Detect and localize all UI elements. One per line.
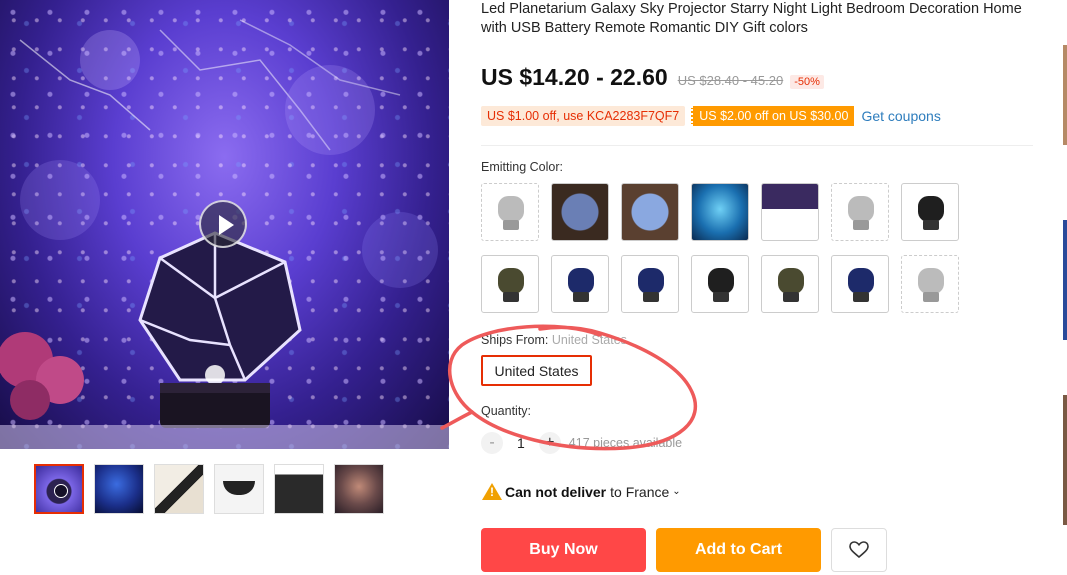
ships-from-value: United States <box>551 333 627 347</box>
get-coupons-link[interactable]: Get coupons <box>861 108 940 124</box>
thumbnail-6[interactable] <box>334 464 384 514</box>
color-swatch[interactable] <box>691 183 749 241</box>
side-thumbnail[interactable] <box>1063 45 1067 145</box>
main-product-image[interactable] <box>0 0 449 449</box>
color-swatch[interactable] <box>481 255 539 313</box>
quantity-stepper: - 1 + 417 pieces available <box>481 432 682 454</box>
emitting-color-label: Emitting Color: <box>481 160 563 174</box>
price-row: US $14.20 - 22.60 US $28.40 - 45.20 -50% <box>481 64 824 91</box>
color-swatch[interactable] <box>481 183 539 241</box>
color-swatch[interactable] <box>691 255 749 313</box>
quantity-label: Quantity: <box>481 404 532 418</box>
ships-from-label: Ships From: United States <box>481 333 627 347</box>
color-swatch[interactable] <box>551 255 609 313</box>
color-swatches-row-2 <box>481 255 959 313</box>
chevron-down-icon[interactable]: ⌄ <box>672 486 680 497</box>
select-coupon[interactable]: US $2.00 off on US $30.00 <box>691 106 855 126</box>
buy-now-button[interactable]: Buy Now <box>481 528 646 572</box>
heart-icon <box>849 541 869 559</box>
warning-icon <box>482 483 502 500</box>
color-swatches-row-1 <box>481 183 959 241</box>
delivery-status: Can not deliver to France ⌄ <box>482 483 681 500</box>
ships-from-option[interactable]: United States <box>481 355 592 386</box>
thumbnail-strip <box>34 464 384 514</box>
color-swatch[interactable] <box>621 255 679 313</box>
wishlist-button[interactable] <box>831 528 887 572</box>
thumbnail-2[interactable] <box>94 464 144 514</box>
ships-from-label-text: Ships From: <box>481 333 549 347</box>
delivery-destination[interactable]: to France <box>610 484 669 500</box>
color-swatch[interactable] <box>761 183 819 241</box>
thumbnail-3[interactable] <box>154 464 204 514</box>
side-thumbnail[interactable] <box>1063 395 1067 525</box>
original-price: US $28.40 - 45.20 <box>677 73 784 88</box>
color-swatch[interactable] <box>551 183 609 241</box>
coupon-row: US $1.00 off, use KCA2283F7QF7 US $2.00 … <box>481 106 941 126</box>
play-icon <box>54 484 68 498</box>
side-thumbnail[interactable] <box>1063 220 1067 340</box>
quantity-decrease-button[interactable]: - <box>481 432 503 454</box>
discount-badge: -50% <box>790 75 824 89</box>
thumbnail-5[interactable] <box>274 464 324 514</box>
thumbnail-4[interactable] <box>214 464 264 514</box>
quantity-increase-button[interactable]: + <box>538 432 561 454</box>
thumbnail-1[interactable] <box>34 464 84 514</box>
add-to-cart-button[interactable]: Add to Cart <box>656 528 821 572</box>
color-swatch[interactable] <box>621 183 679 241</box>
delivery-warning: Can not deliver <box>505 483 607 500</box>
available-stock: 417 pieces available <box>568 436 683 450</box>
video-play-button[interactable] <box>199 200 247 248</box>
color-swatch[interactable] <box>901 255 959 313</box>
color-swatch[interactable] <box>901 183 959 241</box>
divider <box>481 145 1033 146</box>
quantity-value[interactable]: 1 <box>517 435 525 451</box>
color-swatch[interactable] <box>761 255 819 313</box>
current-price: US $14.20 - 22.60 <box>481 64 668 90</box>
store-coupon[interactable]: US $1.00 off, use KCA2283F7QF7 <box>481 106 686 126</box>
color-swatch[interactable] <box>831 255 889 313</box>
product-title: Led Planetarium Galaxy Sky Projector Sta… <box>481 1 1022 36</box>
color-swatch[interactable] <box>831 183 889 241</box>
